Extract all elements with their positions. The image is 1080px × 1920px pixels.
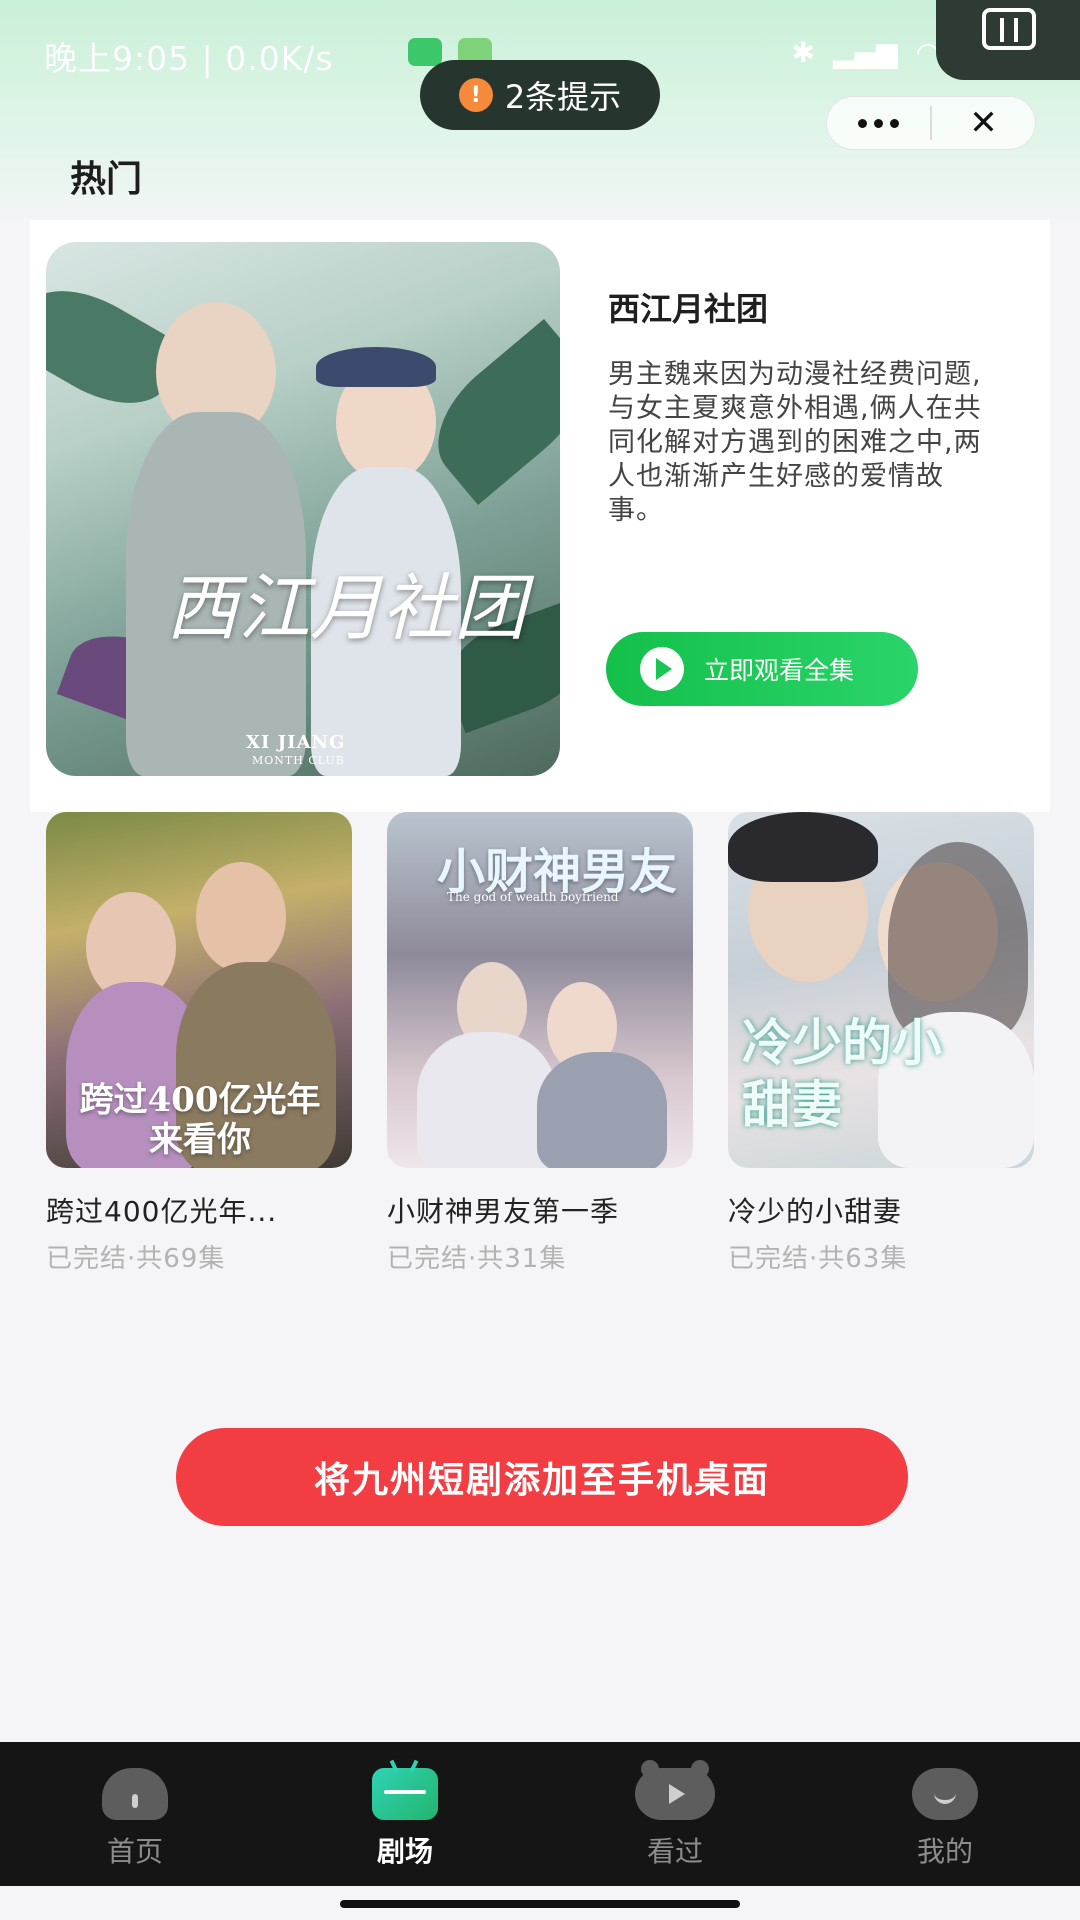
tab-label: 看过 — [646, 1835, 703, 1868]
warning-icon: ! — [458, 78, 493, 112]
tab-home[interactable]: 首页 — [0, 1742, 270, 1886]
close-icon: ✕ — [969, 103, 998, 143]
debug-panel-button[interactable] — [936, 0, 1080, 80]
featured-description: 男主魏来因为动漫社经费问题,与女主夏爽意外相遇,俩人在共同化解对方遇到的困难之中… — [608, 359, 982, 526]
drama-card[interactable]: 小财神男友 The god of wealth boyfriend 小财神男友第… — [387, 812, 693, 1275]
cover-title: 跨过400亿光年来看你 — [79, 1080, 321, 1160]
drama-card[interactable]: 跨过400亿光年来看你 跨过400亿光年... 已完结·共69集 — [46, 812, 352, 1275]
watch-all-button[interactable]: 立即观看全集 — [606, 632, 918, 706]
section-title: 热门 — [70, 159, 143, 200]
tab-label: 我的 — [916, 1835, 973, 1868]
signal-icon: ▂▄▆ — [832, 36, 898, 69]
notice-label: 2条提示 — [504, 78, 622, 116]
drama-cover[interactable]: 跨过400亿光年来看你 — [46, 812, 352, 1168]
tab-watched[interactable]: 看过 — [540, 1742, 810, 1886]
featured-title: 西江月社团 — [608, 290, 769, 328]
miniprogram-capsule: ✕ — [826, 96, 1036, 150]
watched-icon — [635, 1760, 715, 1820]
drama-list: 跨过400亿光年来看你 跨过400亿光年... 已完结·共69集 小财神男友 T… — [46, 812, 1036, 1275]
cover-subtitle: The god of wealth boyfriend — [447, 890, 619, 904]
drama-meta: 已完结·共69集 — [46, 1244, 226, 1274]
bluetooth-icon: ✱ — [791, 36, 815, 69]
cover-title: 冷少的小甜妻 — [742, 1013, 942, 1134]
poster-subtitle: XI JIANG — [246, 732, 346, 753]
tab-theater[interactable]: 剧场 — [270, 1742, 540, 1886]
sliders-icon — [982, 8, 1036, 50]
home-icon — [102, 1768, 168, 1820]
notice-pill[interactable]: ! 2条提示 — [420, 60, 660, 130]
close-button[interactable]: ✕ — [932, 97, 1035, 149]
battery-saver-icon — [408, 38, 442, 66]
drama-title: 跨过400亿光年... — [46, 1195, 278, 1228]
watch-all-label: 立即观看全集 — [704, 656, 855, 685]
drama-meta: 已完结·共31集 — [387, 1244, 567, 1274]
tab-label: 剧场 — [376, 1835, 433, 1868]
drama-meta: 已完结·共63集 — [728, 1244, 908, 1274]
status-time: 晚上9:05 | 0.0K/s — [44, 39, 334, 78]
play-icon — [640, 647, 684, 691]
poster-subtitle-2: MONTH CLUB — [252, 754, 345, 767]
drama-cover[interactable]: 小财神男友 The god of wealth boyfriend — [387, 812, 693, 1168]
mine-icon — [912, 1768, 978, 1820]
drama-title: 冷少的小甜妻 — [728, 1195, 903, 1228]
drama-cover[interactable]: 冷少的小甜妻 — [728, 812, 1034, 1168]
tab-mine[interactable]: 我的 — [810, 1742, 1080, 1886]
add-to-desktop-button[interactable]: 将九州短剧添加至手机桌面 — [176, 1428, 908, 1526]
theater-icon — [372, 1768, 438, 1820]
poster-title: 西江月社团 — [166, 566, 527, 650]
featured-drama-card[interactable]: 西江月社团 XI JIANG MONTH CLUB 西江月社团 男主魏来因为动漫… — [30, 220, 1050, 812]
drama-title: 小财神男友第一季 — [387, 1195, 620, 1228]
drama-card[interactable]: 冷少的小甜妻 冷少的小甜妻 已完结·共63集 — [728, 812, 1034, 1275]
more-dots-icon — [858, 118, 899, 128]
featured-poster[interactable]: 西江月社团 XI JIANG MONTH CLUB — [46, 242, 560, 776]
bottom-tab-bar: 首页 剧场 看过 我的 — [0, 1742, 1080, 1886]
more-button[interactable] — [827, 97, 930, 149]
tab-label: 首页 — [106, 1835, 163, 1868]
home-indicator[interactable] — [340, 1900, 740, 1908]
